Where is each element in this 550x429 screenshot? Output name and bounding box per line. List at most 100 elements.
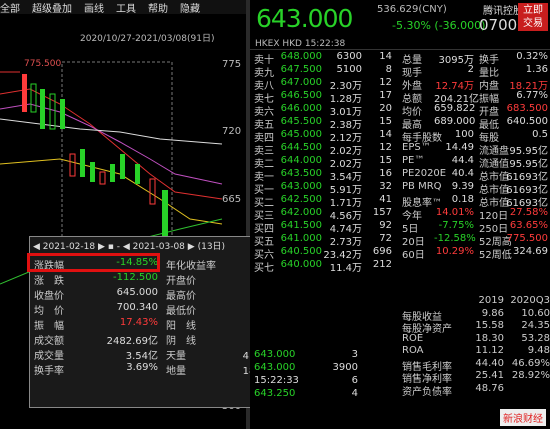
- book-count: 12: [379, 77, 392, 88]
- tick-row: 643.000 3900: [254, 362, 400, 375]
- book-row[interactable]: 买三 642.000 4.56万 157: [254, 207, 400, 222]
- menu-bar: 全部 超级叠加 画线 工具 帮助 隐藏: [0, 0, 246, 14]
- book-level: 卖八: [254, 81, 274, 92]
- trade-button[interactable]: 立即 交易: [518, 3, 548, 31]
- stats-row: 外盘 12.74万 内盘 18.21万: [402, 77, 550, 92]
- prev-icon[interactable]: ◀: [33, 242, 43, 252]
- popup-cell: 均 价: [34, 306, 64, 317]
- menu-hide[interactable]: 隐藏: [180, 0, 200, 15]
- stats-row: 总量 3095万 换手 0.32%: [402, 51, 550, 66]
- stat-key: 总量: [402, 55, 422, 66]
- stat-key: 开盘: [479, 107, 499, 118]
- popup-cell: 成交量: [34, 351, 64, 362]
- stat-key: 流通盘: [479, 146, 509, 157]
- book-row[interactable]: 买六 640.500 23.42万 696: [254, 246, 400, 261]
- fin-value: 48.76: [475, 382, 504, 394]
- fin-row: 资产负债率 48.76: [402, 382, 550, 398]
- fin-year: 2019: [478, 295, 504, 306]
- stat-key: 最低: [479, 120, 499, 131]
- tick-volume: 3900: [332, 362, 358, 373]
- stat-value: 95.95亿: [509, 159, 548, 170]
- book-count: 17: [379, 90, 392, 101]
- book-row[interactable]: 卖八 647.000 2.30万 12: [254, 77, 400, 92]
- book-volume: 3.01万: [329, 107, 362, 118]
- book-level: 卖六: [254, 107, 274, 118]
- stat-key: 换手: [479, 55, 499, 66]
- fin-value: 28.92%: [511, 370, 550, 381]
- book-row[interactable]: 卖五 645.500 2.38万 15: [254, 116, 400, 131]
- fin-value: 18.30: [475, 332, 504, 344]
- book-price: 643.500: [280, 168, 322, 179]
- stat-key: PB MRQ: [402, 181, 442, 192]
- book-row[interactable]: 卖七 646.500 1.28万 17: [254, 90, 400, 105]
- book-count: 14: [379, 51, 392, 62]
- highlight-box: [27, 253, 160, 272]
- book-row[interactable]: 卖一 643.500 3.54万 16: [254, 168, 400, 183]
- book-row[interactable]: 买四 641.500 4.74万 92: [254, 220, 400, 235]
- stat-value: 0.18: [451, 194, 474, 205]
- stat-value: 3095万: [438, 55, 474, 66]
- tick-row: 643.000 3: [254, 349, 400, 362]
- stats-row: 20日 -12.58% 52周高 775.500: [402, 233, 550, 248]
- popup-cell: 地量: [166, 366, 186, 377]
- menu-tools[interactable]: 工具: [116, 0, 136, 15]
- menu-all[interactable]: 全部: [0, 0, 20, 15]
- book-count: 12: [379, 142, 392, 153]
- book-row[interactable]: 买七 640.000 11.4万 212: [254, 259, 400, 274]
- book-level: 卖十: [254, 55, 274, 66]
- book-count: 32: [379, 181, 392, 192]
- stat-value: 18.21万: [509, 81, 548, 92]
- book-level: 买二: [254, 198, 274, 209]
- tick-row: 15:22:33 6: [254, 375, 400, 388]
- stat-value: 40.4: [451, 168, 474, 179]
- book-row[interactable]: 卖二 644.000 2.02万 15: [254, 155, 400, 170]
- stats-row: 最高 689.000 最低 640.500: [402, 116, 550, 131]
- fin-label: 每股净资产: [402, 324, 452, 335]
- stat-key: 均价: [402, 107, 422, 118]
- menu-help[interactable]: 帮助: [148, 0, 168, 15]
- menu-overlay[interactable]: 超级叠加: [32, 0, 72, 15]
- book-price: 642.000: [280, 207, 322, 218]
- fin-value: 44.40: [475, 357, 504, 369]
- fin-value: 46.69%: [511, 357, 550, 369]
- stat-key: 量比: [479, 68, 499, 79]
- tick-price: 643.000: [254, 349, 296, 360]
- popup-cell: 17.43%: [119, 317, 158, 328]
- stat-key: PE2020E: [402, 168, 447, 179]
- stat-key: 振幅: [479, 94, 499, 105]
- tick-volume: 6: [351, 375, 358, 386]
- financials-table: 2019 2020Q3 每股收益 9.86 10.60 每股净资产 15.58 24.35 RO…: [402, 295, 550, 398]
- book-row[interactable]: 卖十 648.000 6300 14: [254, 51, 400, 66]
- stats-row: 60日 10.29% 52周低 324.69: [402, 246, 550, 261]
- popup-cell: -112.500: [113, 272, 158, 283]
- book-level: 卖七: [254, 94, 274, 105]
- next-icon-2[interactable]: ▶: [185, 242, 198, 252]
- stat-key: 每股: [479, 133, 499, 144]
- book-row[interactable]: 买五 641.000 2.73万 72: [254, 233, 400, 248]
- stat-key: 250日: [479, 224, 509, 235]
- book-row[interactable]: 卖六 646.000 3.01万 20: [254, 103, 400, 118]
- tick-row: 643.250 4: [254, 388, 400, 401]
- divider-line: [250, 49, 550, 50]
- book-row[interactable]: 卖三 644.500 2.02万 12: [254, 142, 400, 157]
- stat-key: 现手: [402, 68, 422, 79]
- candles: [22, 74, 168, 236]
- book-volume: 2.30万: [329, 81, 362, 92]
- book-volume: 11.4万: [329, 263, 362, 274]
- fin-label: ROE: [402, 332, 424, 344]
- book-row[interactable]: 卖九 647.500 5100 8: [254, 64, 400, 79]
- book-row[interactable]: 买一 643.000 5.91万 32: [254, 181, 400, 196]
- stat-key: PE™: [402, 155, 425, 166]
- popup-cell: 年化收益率: [166, 261, 216, 272]
- next-icon[interactable]: ▶ ▪ - ◀: [95, 242, 133, 252]
- book-row[interactable]: 卖四 645.000 2.12万 14: [254, 129, 400, 144]
- stat-value: 1.36: [525, 64, 548, 75]
- stats-row: 今年 14.01% 120日 27.58%: [402, 207, 550, 222]
- fin-value: 11.12: [475, 345, 504, 356]
- stat-key: 52周高: [479, 237, 512, 248]
- stat-key: 股息率™: [402, 198, 442, 209]
- book-price: 645.000: [280, 129, 322, 140]
- book-row[interactable]: 买二 642.500 1.71万 41: [254, 194, 400, 209]
- stat-value: -12.58%: [434, 233, 476, 244]
- menu-draw[interactable]: 画线: [84, 0, 104, 15]
